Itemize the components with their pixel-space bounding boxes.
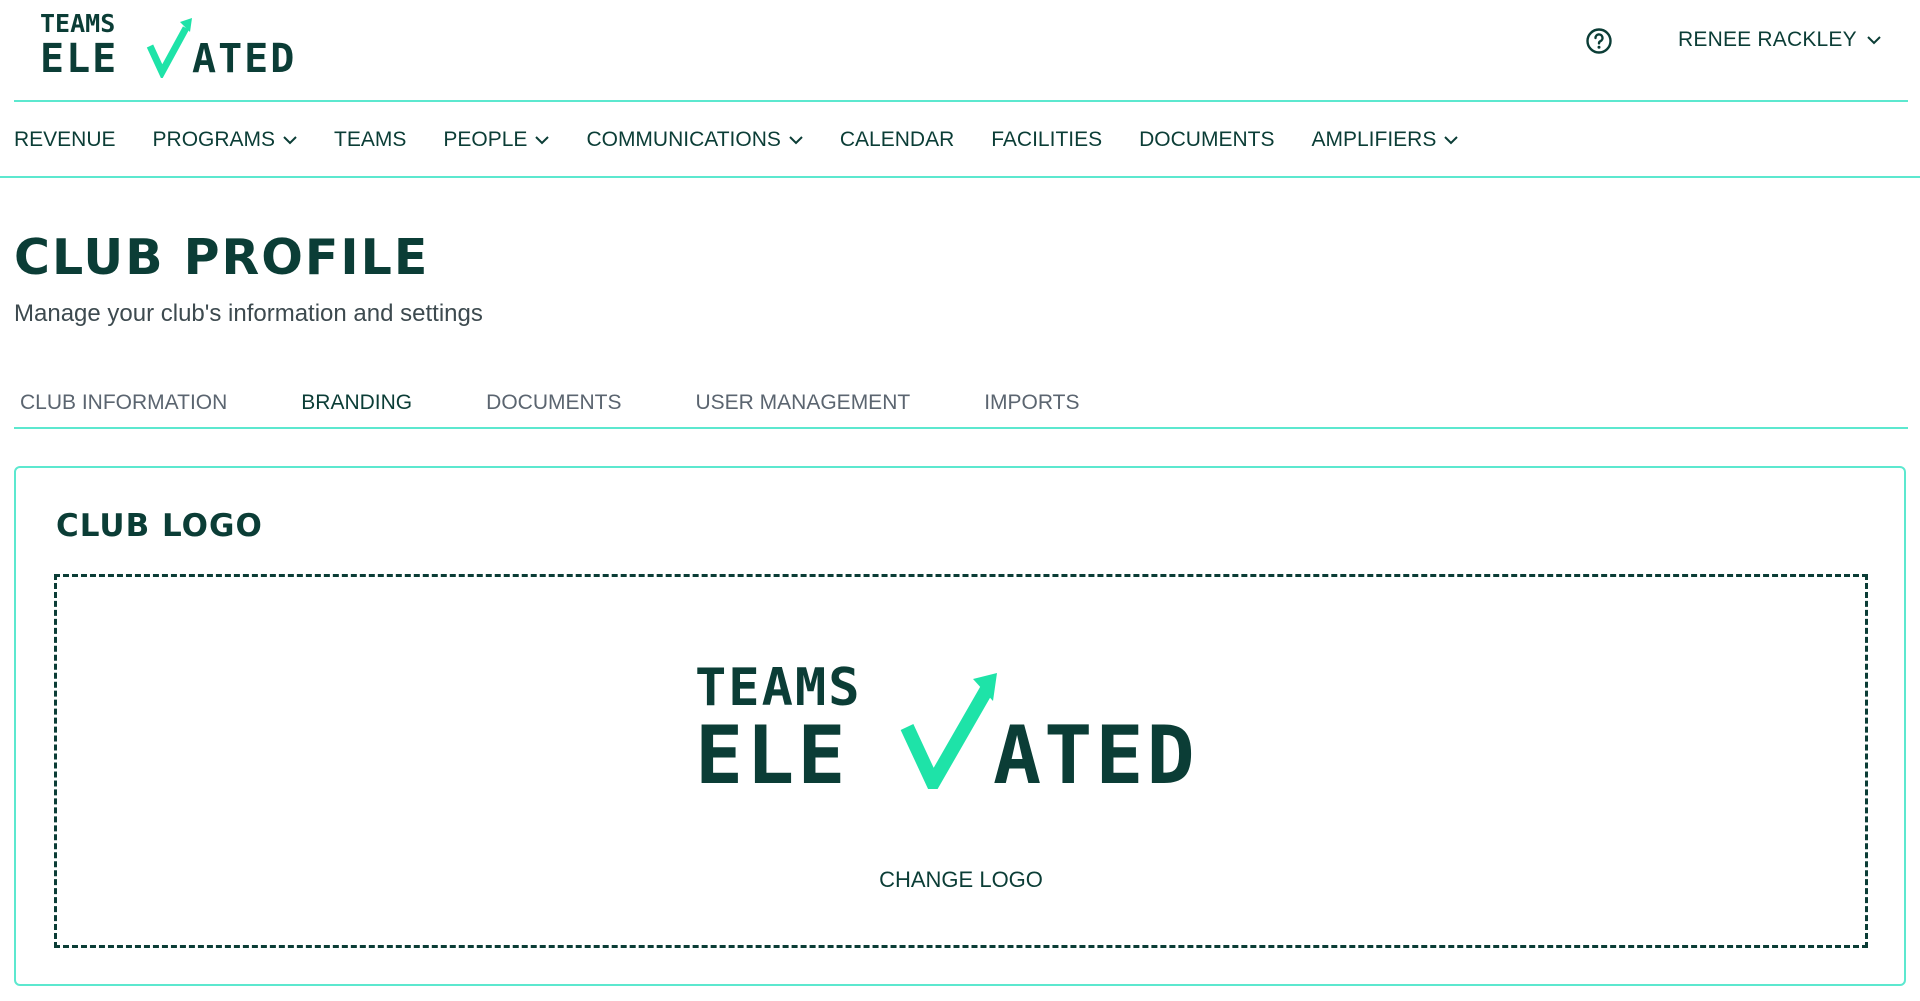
user-name: RENEE RACKLEY [1678, 28, 1857, 51]
page-title: CLUB PROFILE [14, 229, 430, 286]
help-button[interactable] [1584, 26, 1614, 56]
nav-item-revenue[interactable]: REVENUE [14, 128, 116, 152]
user-menu[interactable]: RENEE RACKLEY [1678, 24, 1881, 56]
tab-documents[interactable]: DOCUMENTS [480, 385, 627, 421]
chevron-down-icon [535, 136, 550, 145]
logo-dropzone[interactable]: TEAMS ELE ATED CHANGE LOGO [54, 574, 1868, 948]
nav-item-documents[interactable]: DOCUMENTS [1139, 128, 1274, 152]
svg-text:ELE: ELE [695, 709, 849, 789]
chevron-down-icon [1444, 136, 1459, 145]
top-bar: TEAMS ELE ATED RENEE RACKLEY [0, 0, 1920, 102]
nav-item-programs[interactable]: PROGRAMS [153, 128, 298, 152]
svg-text:TEAMS: TEAMS [40, 10, 115, 38]
club-logo-card: CLUB LOGO TEAMS ELE ATED CHANGE LOGO [14, 466, 1906, 986]
help-circle-icon [1586, 28, 1612, 54]
club-logo-image: TEAMS ELE ATED [695, 658, 1255, 802]
page-subtitle: Manage your club's information and setti… [14, 300, 483, 327]
tab-branding[interactable]: BRANDING [295, 385, 418, 421]
tab-imports[interactable]: IMPORTS [978, 385, 1085, 421]
nav-item-teams[interactable]: TEAMS [334, 128, 406, 152]
chevron-down-icon [283, 136, 297, 145]
nav-item-calendar[interactable]: CALENDAR [840, 128, 954, 152]
header-divider [14, 100, 1908, 102]
nav-item-amplifiers[interactable]: AMPLIFIERS [1311, 128, 1459, 152]
svg-text:ATED: ATED [192, 36, 296, 78]
chevron-down-icon [1867, 36, 1881, 45]
change-logo-button[interactable]: CHANGE LOGO [57, 867, 1865, 893]
teams-elevated-logo-icon: TEAMS ELE ATED [40, 10, 296, 78]
teams-elevated-logo-icon: TEAMS ELE ATED [695, 658, 1198, 802]
tab-user-management[interactable]: USER MANAGEMENT [690, 385, 917, 421]
nav-item-people[interactable]: PEOPLE [443, 128, 550, 152]
nav-item-facilities[interactable]: FACILITIES [991, 128, 1102, 152]
profile-tabs: CLUB INFORMATION BRANDING DOCUMENTS USER… [14, 383, 1147, 423]
svg-text:ATED: ATED [993, 709, 1198, 789]
card-title: CLUB LOGO [56, 508, 263, 544]
chevron-down-icon [789, 136, 803, 145]
nav-item-communications[interactable]: COMMUNICATIONS [586, 128, 803, 152]
tab-club-information[interactable]: CLUB INFORMATION [14, 385, 233, 421]
tabs-divider [14, 427, 1908, 429]
main-nav: REVENUE PROGRAMS TEAMS PEOPLE COMMUNICAT… [14, 120, 1495, 160]
nav-divider [0, 176, 1920, 178]
svg-text:ELE: ELE [40, 36, 118, 78]
brand-logo[interactable]: TEAMS ELE ATED [40, 10, 330, 78]
